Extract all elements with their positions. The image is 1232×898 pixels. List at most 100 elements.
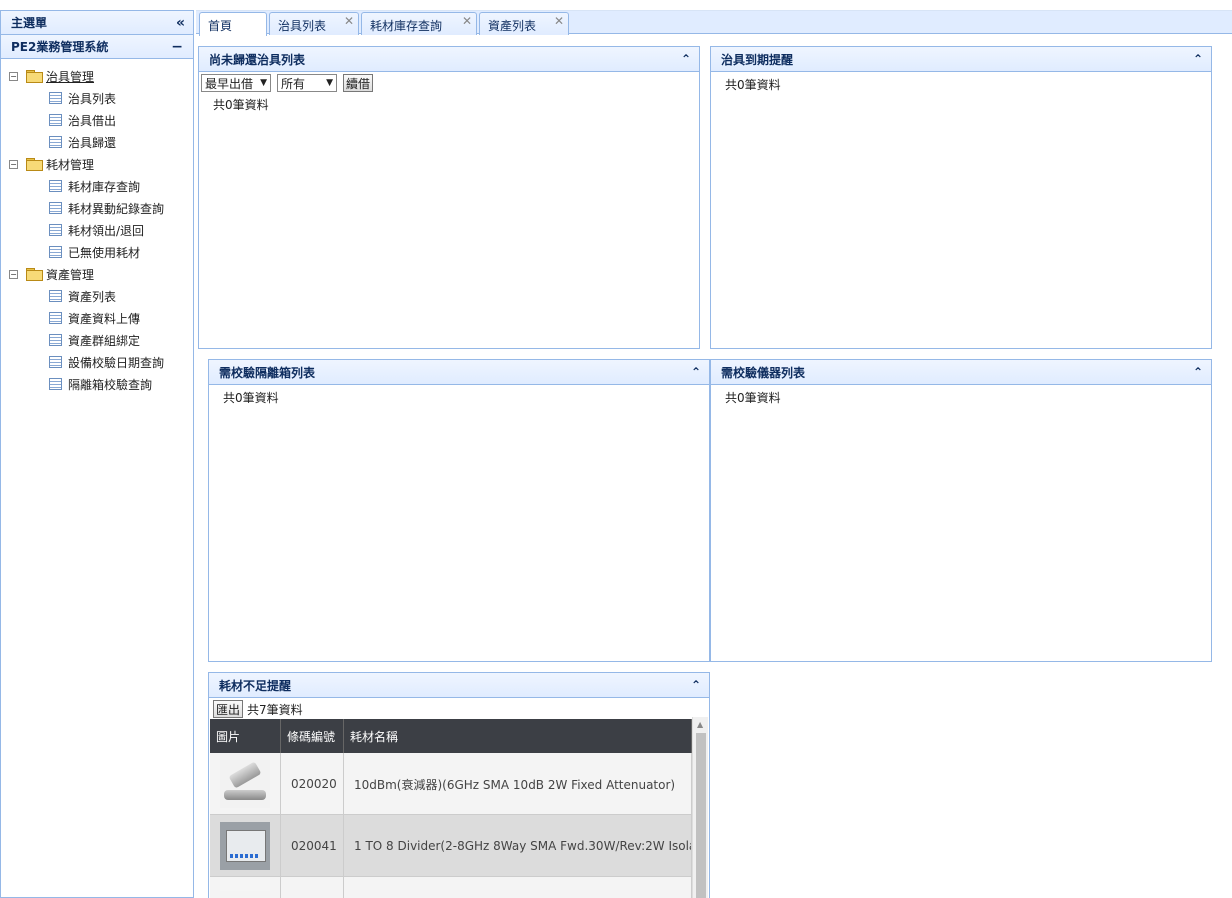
- tree-folder-fixtures[interactable]: − 治具管理: [1, 65, 193, 87]
- close-icon[interactable]: ✕: [554, 14, 564, 28]
- tree-item[interactable]: 治具列表: [1, 87, 193, 109]
- tree-item[interactable]: 治具借出: [1, 109, 193, 131]
- file-icon: [49, 92, 62, 104]
- record-count: 共0筆資料: [725, 391, 781, 405]
- column-header[interactable]: 耗材名稱: [344, 719, 692, 753]
- tree-item[interactable]: 資產資料上傳: [1, 307, 193, 329]
- file-icon: [49, 246, 62, 258]
- tab-asset-list[interactable]: 資產列表 ✕: [479, 12, 569, 35]
- expand-toggle-icon[interactable]: −: [9, 269, 18, 279]
- tree-item[interactable]: 資產列表: [1, 285, 193, 307]
- collapse-panel-icon[interactable]: ⌃: [1193, 52, 1203, 66]
- tree-item[interactable]: 資產群組綁定: [1, 329, 193, 351]
- sidebar-header: 主選單 «: [1, 11, 193, 35]
- panel-header: 耗材不足提醒 ⌃: [209, 673, 709, 698]
- file-icon: [49, 180, 62, 192]
- close-icon[interactable]: ✕: [462, 14, 472, 28]
- export-button[interactable]: 匯出: [213, 700, 244, 718]
- tree-item[interactable]: 耗材領出/退回: [1, 219, 193, 241]
- file-icon: [49, 136, 62, 148]
- tree-item[interactable]: 設備校驗日期查詢: [1, 351, 193, 373]
- consumable-shortage-panel: 耗材不足提醒 ⌃ 匯出 共7筆資料 圖片 條碼編號 耗材名稱 020020 10…: [208, 672, 710, 898]
- dropdown-arrow-icon: ▼: [326, 78, 333, 88]
- divider-image: [220, 822, 270, 870]
- panel-header: 需校驗隔離箱列表 ⌃: [209, 360, 709, 385]
- column-header[interactable]: 圖片: [210, 719, 281, 753]
- image-cell: [210, 815, 281, 877]
- file-icon: [49, 378, 62, 390]
- barcode-cell: [281, 877, 344, 898]
- record-count: 共0筆資料: [223, 391, 279, 405]
- product-image: [220, 877, 270, 891]
- barcode-cell: 020020: [281, 753, 344, 815]
- tree-item[interactable]: 已無使用耗材: [1, 241, 193, 263]
- tab-consumable-stock[interactable]: 耗材庫存查詢 ✕: [361, 12, 477, 35]
- continue-borrow-button[interactable]: 續借: [343, 74, 374, 92]
- panel-header: 治具到期提醒 ⌃: [711, 47, 1211, 72]
- name-cell: [344, 877, 692, 898]
- barcode-cell: 020041: [281, 815, 344, 877]
- tab-fixture-list[interactable]: 治具列表 ✕: [269, 12, 359, 35]
- expand-toggle-icon[interactable]: −: [9, 159, 18, 169]
- collapse-sidebar-icon[interactable]: «: [176, 15, 185, 31]
- panel-header: 尚未歸還治具列表 ⌃: [199, 47, 699, 72]
- record-count: 共0筆資料: [725, 78, 781, 92]
- tree-item[interactable]: 耗材庫存查詢: [1, 175, 193, 197]
- tree-item[interactable]: 隔離箱校驗查詢: [1, 373, 193, 395]
- collapse-panel-icon[interactable]: ⌃: [1193, 365, 1203, 379]
- tree-folder-assets[interactable]: − 資產管理: [1, 263, 193, 285]
- collapse-panel-icon[interactable]: ⌃: [691, 365, 701, 379]
- menu-tree: − 治具管理 治具列表 治具借出 治具歸還 − 耗材管理 耗材庫存查詢 耗材異動…: [1, 59, 193, 395]
- dropdown-arrow-icon: ▼: [260, 78, 267, 88]
- file-icon: [49, 114, 62, 126]
- sort-select[interactable]: 最早出借 ▼: [201, 74, 271, 92]
- image-cell: [210, 753, 281, 815]
- collapse-panel-icon[interactable]: ⌃: [681, 52, 691, 66]
- collapse-panel-icon[interactable]: ⌃: [691, 678, 701, 692]
- image-cell: [210, 877, 281, 898]
- panel-header: 需校驗儀器列表 ⌃: [711, 360, 1211, 385]
- sidebar-title: 主選單: [11, 16, 48, 30]
- panel-title: 耗材不足提醒: [219, 678, 292, 693]
- tree-item[interactable]: 耗材異動紀錄查詢: [1, 197, 193, 219]
- collapse-section-icon[interactable]: −: [171, 39, 183, 55]
- file-icon: [49, 312, 62, 324]
- tree-folder-consumables[interactable]: − 耗材管理: [1, 153, 193, 175]
- table-header: 圖片 條碼編號 耗材名稱: [210, 719, 692, 753]
- vertical-scrollbar[interactable]: ▲: [692, 717, 708, 898]
- fixture-expiry-panel: 治具到期提醒 ⌃ 共0筆資料: [710, 46, 1212, 349]
- file-icon: [49, 224, 62, 236]
- file-icon: [49, 202, 62, 214]
- panel-title: 治具到期提醒: [721, 52, 794, 67]
- tab-bar: 首頁 治具列表 ✕ 耗材庫存查詢 ✕ 資產列表 ✕: [196, 10, 1232, 36]
- folder-icon: [26, 268, 43, 281]
- scroll-up-icon[interactable]: ▲: [697, 720, 703, 729]
- unreturned-fixtures-panel: 尚未歸還治具列表 ⌃ 最早出借 ▼ 所有 ▼ 續借 共0筆資料: [198, 46, 700, 349]
- attenuator-image: [220, 760, 270, 808]
- file-icon: [49, 334, 62, 346]
- scroll-thumb[interactable]: [696, 733, 706, 898]
- table-row[interactable]: 020020 10dBm(衰減器)(6GHz SMA 10dB 2W Fixed…: [210, 753, 692, 815]
- table-row[interactable]: [210, 877, 692, 898]
- table-row[interactable]: 020041 1 TO 8 Divider(2-8GHz 8Way SMA Fw…: [210, 815, 692, 877]
- tree-item[interactable]: 治具歸還: [1, 131, 193, 153]
- system-title: PE2業務管理系統: [11, 40, 109, 54]
- filter-select[interactable]: 所有 ▼: [277, 74, 337, 92]
- file-icon: [49, 290, 62, 302]
- instrument-calibration-panel: 需校驗儀器列表 ⌃ 共0筆資料: [710, 359, 1212, 662]
- expand-toggle-icon[interactable]: −: [9, 71, 18, 81]
- panel-title: 需校驗隔離箱列表: [219, 365, 316, 380]
- shortage-table: 圖片 條碼編號 耗材名稱 020020 10dBm(衰減器)(6GHz SMA …: [210, 717, 708, 898]
- accordion-header[interactable]: PE2業務管理系統 −: [1, 35, 193, 59]
- file-icon: [49, 356, 62, 368]
- panel-title: 尚未歸還治具列表: [209, 52, 306, 67]
- folder-icon: [26, 70, 43, 83]
- close-icon[interactable]: ✕: [344, 14, 354, 28]
- isolation-box-panel: 需校驗隔離箱列表 ⌃ 共0筆資料: [208, 359, 710, 662]
- panel-title: 需校驗儀器列表: [721, 365, 806, 380]
- record-count: 共0筆資料: [213, 98, 269, 112]
- column-header[interactable]: 條碼編號: [281, 719, 344, 753]
- tab-home[interactable]: 首頁: [199, 12, 267, 36]
- name-cell: 1 TO 8 Divider(2-8GHz 8Way SMA Fwd.30W/R…: [344, 815, 692, 877]
- record-count: 共7筆資料: [247, 702, 303, 717]
